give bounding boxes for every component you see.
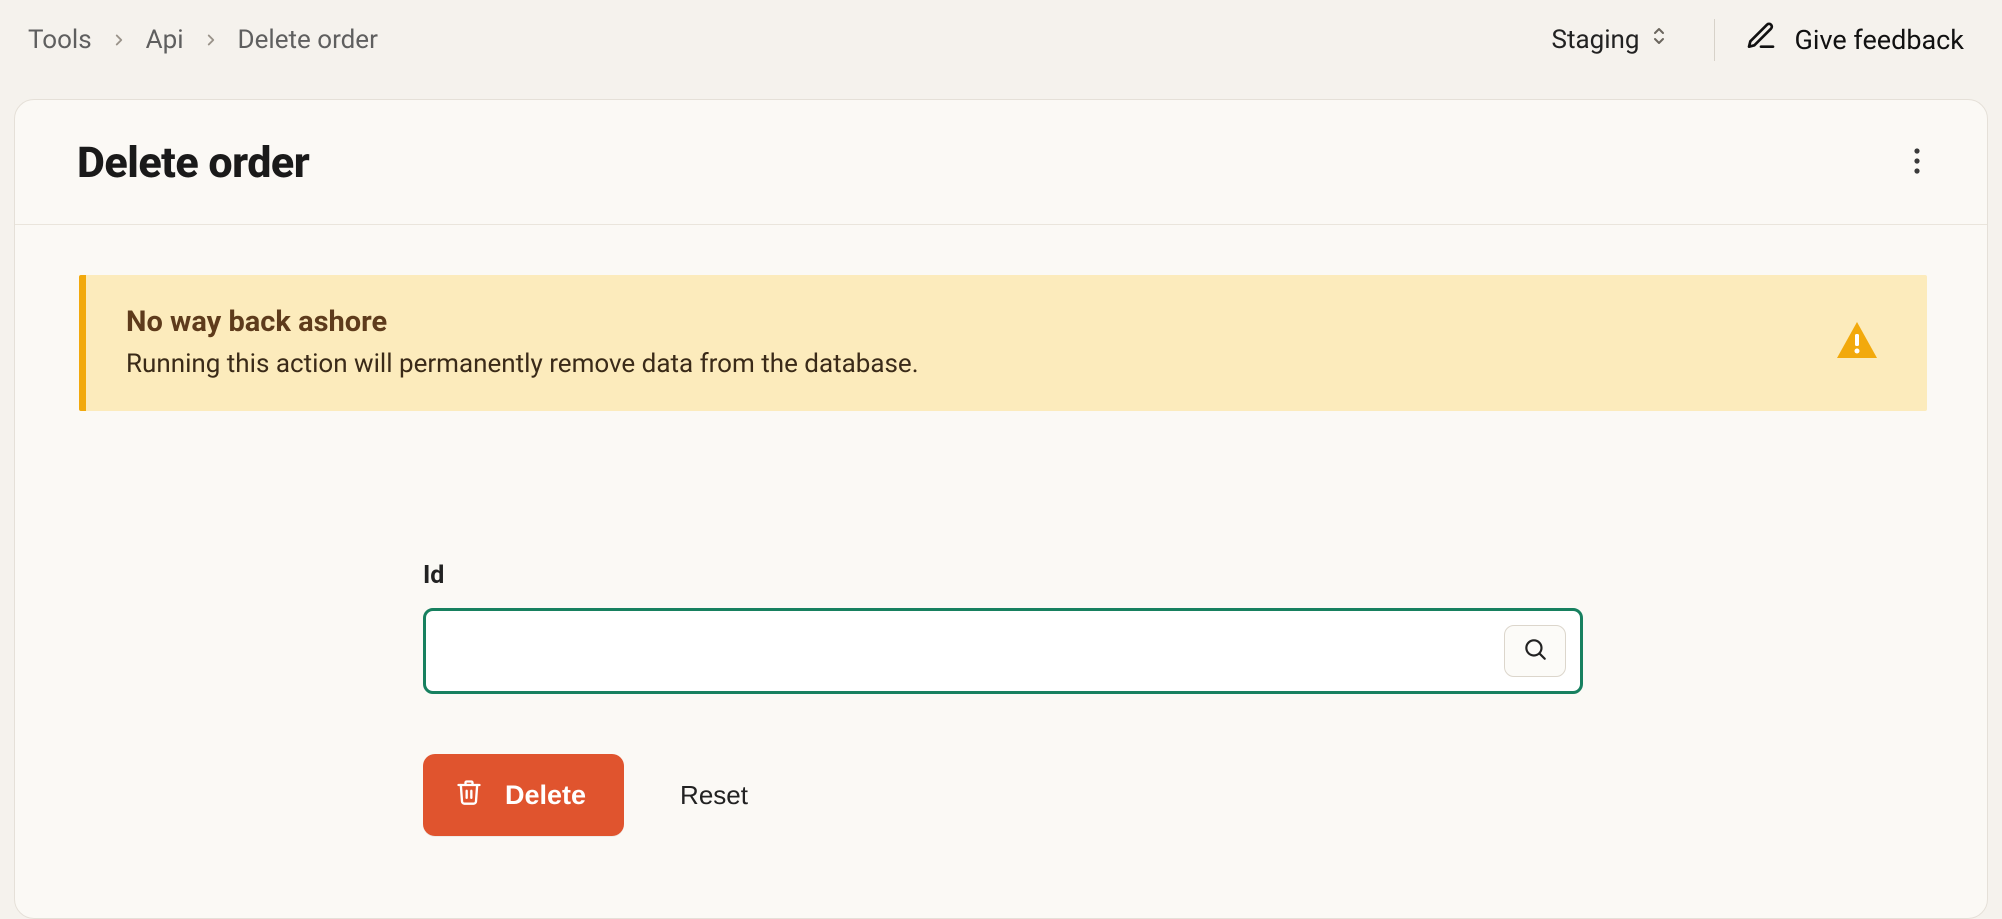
reset-button[interactable]: Reset <box>672 770 756 821</box>
environment-value: Staging <box>1552 25 1640 55</box>
breadcrumb: Tools Api Delete order <box>28 25 378 55</box>
lookup-button[interactable] <box>1504 625 1566 677</box>
breadcrumb-api[interactable]: Api <box>146 25 184 55</box>
more-actions-button[interactable] <box>1897 143 1937 183</box>
warning-banner: No way back ashore Running this action w… <box>79 275 1927 411</box>
chevron-right-icon <box>110 31 128 49</box>
trash-icon <box>455 778 483 813</box>
breadcrumb-tools[interactable]: Tools <box>28 25 92 55</box>
main-card: Delete order No way back ashore Running … <box>14 99 1988 919</box>
warning-description: Running this action will permanently rem… <box>126 349 919 379</box>
id-label: Id <box>423 561 1583 590</box>
id-input-wrapper <box>423 608 1583 694</box>
delete-button-label: Delete <box>505 780 586 811</box>
more-vertical-icon <box>1913 147 1921 179</box>
feedback-label: Give feedback <box>1795 24 1964 56</box>
edit-icon <box>1745 20 1777 59</box>
chevron-right-icon <box>202 31 220 49</box>
select-icon <box>1650 24 1668 55</box>
warning-icon <box>1835 320 1879 364</box>
page-title: Delete order <box>77 138 309 188</box>
id-input[interactable] <box>454 621 1504 681</box>
warning-title: No way back ashore <box>126 305 919 339</box>
breadcrumb-current: Delete order <box>238 25 378 55</box>
search-icon <box>1522 636 1548 666</box>
give-feedback-button[interactable]: Give feedback <box>1745 20 1974 59</box>
environment-selector[interactable]: Staging <box>1542 18 1684 61</box>
delete-button[interactable]: Delete <box>423 754 624 836</box>
divider <box>1714 19 1715 61</box>
